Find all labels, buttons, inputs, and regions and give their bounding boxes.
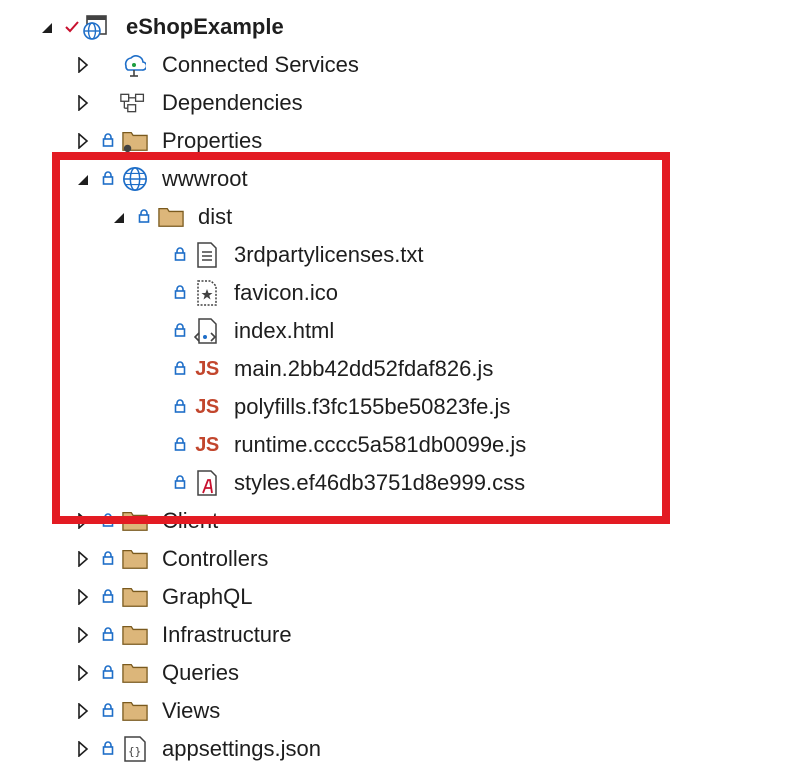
folder-icon bbox=[122, 584, 148, 610]
folder-icon bbox=[122, 622, 148, 648]
tree-row-appsettings[interactable]: {} appsettings.json bbox=[0, 730, 786, 768]
folder-label: Controllers bbox=[162, 546, 269, 571]
tree-row-dependencies[interactable]: Dependencies bbox=[0, 84, 786, 122]
tree-row-folder[interactable]: GraphQL bbox=[0, 578, 786, 616]
lock-icon bbox=[101, 132, 115, 148]
web-project-icon bbox=[82, 14, 108, 40]
caret-collapsed-icon[interactable] bbox=[76, 551, 90, 567]
tree-row-file[interactable]: JS main.2bb42dd52fdaf826.js bbox=[0, 350, 786, 388]
folder-icon bbox=[122, 508, 148, 534]
tree-row-file[interactable]: favicon.ico bbox=[0, 274, 786, 312]
caret-collapsed-icon[interactable] bbox=[76, 703, 90, 719]
lock-icon bbox=[173, 284, 187, 300]
file-label: index.html bbox=[234, 318, 335, 343]
lock-icon bbox=[137, 208, 151, 224]
icon-file-icon bbox=[194, 280, 220, 306]
file-label: main.2bb42dd52fdaf826.js bbox=[234, 356, 494, 381]
file-label: runtime.cccc5a581db0099e.js bbox=[234, 432, 527, 457]
tree-row-folder[interactable]: Views bbox=[0, 692, 786, 730]
svg-text:{}: {} bbox=[128, 745, 141, 758]
css-file-icon bbox=[194, 470, 220, 496]
tree-row-folder[interactable]: Infrastructure bbox=[0, 616, 786, 654]
caret-collapsed-icon[interactable] bbox=[76, 741, 90, 757]
tree-row-folder[interactable]: Controllers bbox=[0, 540, 786, 578]
properties-label: Properties bbox=[162, 128, 263, 153]
dependencies-label: Dependencies bbox=[162, 90, 303, 115]
file-label: polyfills.f3fc155be50823fe.js bbox=[234, 394, 511, 419]
folder-label: Infrastructure bbox=[162, 622, 292, 647]
folder-icon bbox=[122, 546, 148, 572]
tree-row-connected-services[interactable]: Connected Services bbox=[0, 46, 786, 84]
connected-services-icon bbox=[120, 52, 146, 78]
folder-label: Queries bbox=[162, 660, 240, 685]
file-label: 3rdpartylicenses.txt bbox=[234, 242, 424, 267]
caret-collapsed-icon[interactable] bbox=[76, 589, 90, 605]
tree-row-wwwroot[interactable]: wwwroot bbox=[0, 160, 786, 198]
caret-expanded-icon[interactable] bbox=[112, 210, 126, 226]
wwwroot-label: wwwroot bbox=[162, 166, 248, 191]
text-file-icon bbox=[194, 242, 220, 268]
lock-icon bbox=[173, 246, 187, 262]
caret-collapsed-icon[interactable] bbox=[76, 133, 90, 149]
lock-icon bbox=[101, 588, 115, 604]
lock-icon bbox=[101, 740, 115, 756]
json-file-icon: {} bbox=[122, 736, 148, 762]
lock-icon bbox=[101, 550, 115, 566]
tree-row-file[interactable]: JS polyfills.f3fc155be50823fe.js bbox=[0, 388, 786, 426]
lock-icon bbox=[173, 398, 187, 414]
file-label: favicon.ico bbox=[234, 280, 338, 305]
lock-icon bbox=[173, 474, 187, 490]
lock-icon bbox=[101, 664, 115, 680]
dist-label: dist bbox=[198, 204, 233, 229]
appsettings-label: appsettings.json bbox=[162, 736, 321, 761]
folder-label: GraphQL bbox=[162, 584, 253, 609]
folder-label: Views bbox=[162, 698, 221, 723]
tree-row-folder[interactable]: Queries bbox=[0, 654, 786, 692]
js-file-icon: JS bbox=[195, 357, 219, 380]
properties-folder-icon bbox=[122, 128, 148, 154]
js-file-icon: JS bbox=[195, 395, 219, 418]
tree-row-file[interactable]: 3rdpartylicenses.txt bbox=[0, 236, 786, 274]
folder-label: Client bbox=[162, 508, 219, 533]
lock-icon bbox=[101, 702, 115, 718]
tree-row-folder[interactable]: Client bbox=[0, 502, 786, 540]
dependencies-icon bbox=[120, 90, 146, 116]
lock-icon bbox=[173, 322, 187, 338]
lock-icon bbox=[101, 170, 115, 186]
tree-row-project[interactable]: eShopExample bbox=[0, 8, 786, 46]
caret-collapsed-icon[interactable] bbox=[76, 57, 90, 73]
tree-row-file[interactable]: JS runtime.cccc5a581db0099e.js bbox=[0, 426, 786, 464]
caret-expanded-icon[interactable] bbox=[76, 172, 90, 188]
tree-row-properties[interactable]: Properties bbox=[0, 122, 786, 160]
lock-icon bbox=[173, 436, 187, 452]
lock-icon bbox=[101, 626, 115, 642]
html-file-icon bbox=[194, 318, 220, 344]
project-name: eShopExample bbox=[126, 14, 284, 39]
caret-collapsed-icon[interactable] bbox=[76, 513, 90, 529]
caret-collapsed-icon[interactable] bbox=[76, 95, 90, 111]
js-file-icon: JS bbox=[195, 433, 219, 456]
folder-icon bbox=[122, 698, 148, 724]
lock-icon bbox=[173, 360, 187, 376]
caret-expanded-icon[interactable] bbox=[40, 20, 54, 36]
tree-row-file[interactable]: index.html bbox=[0, 312, 786, 350]
folder-icon bbox=[122, 660, 148, 686]
tree-row-file[interactable]: styles.ef46db3751d8e999.css bbox=[0, 464, 786, 502]
checkmark-icon bbox=[64, 19, 80, 35]
tree-row-dist[interactable]: dist bbox=[0, 198, 786, 236]
file-label: styles.ef46db3751d8e999.css bbox=[234, 470, 526, 495]
globe-icon bbox=[122, 166, 148, 192]
caret-collapsed-icon[interactable] bbox=[76, 665, 90, 681]
folder-icon bbox=[158, 204, 184, 230]
caret-collapsed-icon[interactable] bbox=[76, 627, 90, 643]
connected-services-label: Connected Services bbox=[162, 52, 359, 77]
lock-icon bbox=[101, 512, 115, 528]
